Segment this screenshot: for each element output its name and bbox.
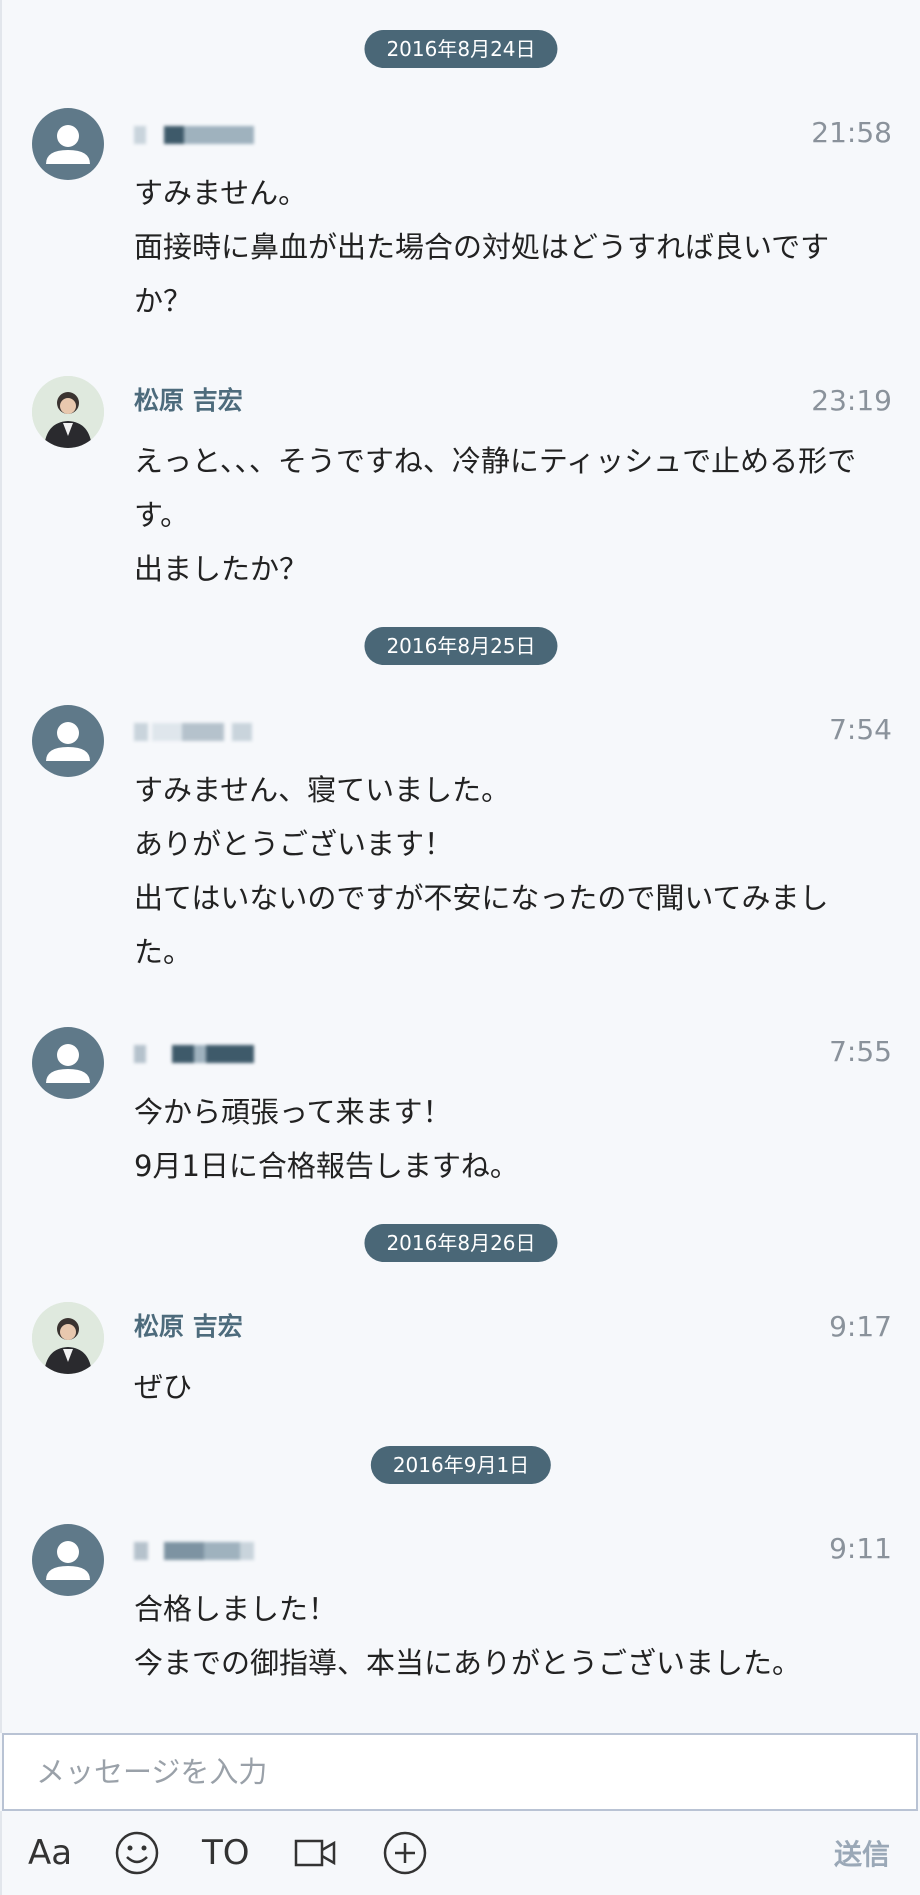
default-avatar-icon[interactable] [32, 108, 104, 180]
send-button[interactable]: 送信 [834, 1833, 890, 1873]
video-icon[interactable] [294, 1829, 338, 1877]
message-text: えっと、、、そうですね、冷静にティッシュで止める形です。 出ましたか？ [134, 444, 857, 586]
user-photo-avatar[interactable] [32, 376, 104, 448]
message-time: 7:54 [829, 713, 892, 746]
date-separator: 2016年8月25日 [364, 627, 558, 665]
sender-name[interactable]: 松原 吉宏 [134, 386, 243, 416]
add-icon[interactable] [382, 1829, 428, 1877]
message-time: 9:11 [829, 1532, 892, 1565]
date-separator: 2016年8月26日 [364, 1224, 558, 1262]
sender-name-redacted [134, 1538, 254, 1560]
message-composer[interactable] [2, 1733, 918, 1811]
default-avatar-icon[interactable] [32, 1027, 104, 1099]
sender-name-redacted [134, 719, 254, 741]
date-separator: 2016年8月24日 [364, 30, 558, 68]
sender-name-redacted [134, 1041, 254, 1063]
to-mention-button[interactable]: TO [202, 1829, 250, 1877]
message-text: 今から頑張って来ます！ 9月1日に合格報告しますね。 [134, 1095, 519, 1183]
message-time: 21:58 [811, 116, 892, 149]
message-text: ぜひ [134, 1370, 193, 1404]
default-avatar-icon[interactable] [32, 705, 104, 777]
user-photo-avatar[interactable] [32, 1302, 104, 1374]
message-input[interactable] [34, 1751, 888, 1793]
message-time: 9:17 [829, 1310, 892, 1343]
sender-name[interactable]: 松原 吉宏 [134, 1312, 243, 1342]
message-text: すみません、寝ていました。 ありがとうございます！ 出てはいないのですが不安にな… [134, 773, 829, 969]
chat-timeline: 2016年8月24日 21:58 すみません。 面接時に鼻血が出た場合の対処はど… [0, 0, 920, 1733]
date-separator: 2016年9月1日 [370, 1446, 552, 1484]
message-time: 7:55 [829, 1035, 892, 1068]
default-avatar-icon[interactable] [32, 1524, 104, 1596]
message-text: 合格しました！ 今までの御指導、本当にありがとうございました。 [134, 1592, 802, 1680]
emoji-icon[interactable] [114, 1829, 160, 1877]
composer-toolbar: Aa TO 送信 [0, 1811, 920, 1895]
message-text: すみません。 面接時に鼻血が出た場合の対処はどうすれば良いですか？ [134, 176, 830, 318]
message-time: 23:19 [811, 384, 892, 417]
font-size-button[interactable]: Aa [28, 1829, 72, 1877]
sender-name-redacted [134, 122, 254, 144]
